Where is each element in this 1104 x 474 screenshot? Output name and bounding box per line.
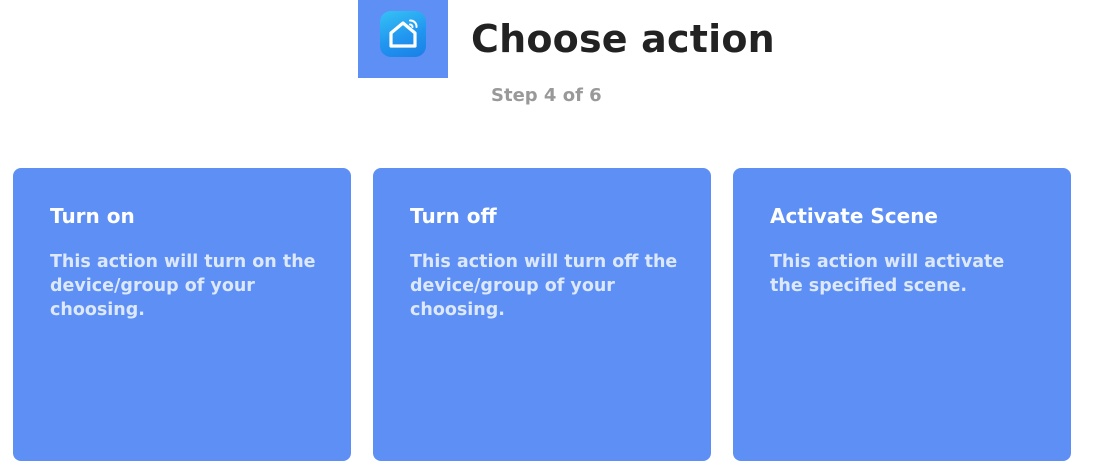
action-card-title: Activate Scene — [770, 204, 938, 228]
service-logo-tile — [358, 0, 448, 78]
action-card-turn-off[interactable]: Turn off This action will turn off the d… — [373, 168, 711, 461]
page-header: Choose action Step 4 of 6 — [358, 0, 778, 110]
action-card-description: This action will turn on the device/grou… — [50, 252, 316, 320]
action-card-activate-scene[interactable]: Activate Scene This action will activate… — [733, 168, 1071, 461]
page-title: Choose action — [471, 17, 775, 61]
action-card-title: Turn off — [410, 204, 497, 228]
action-card-turn-on[interactable]: Turn on This action will turn on the dev… — [13, 168, 351, 461]
step-indicator: Step 4 of 6 — [491, 85, 602, 106]
action-card-description: This action will activate the specified … — [770, 252, 1005, 296]
action-card-title: Turn on — [50, 204, 135, 228]
action-card-description: This action will turn off the device/gro… — [410, 252, 678, 320]
action-card-list: Turn on This action will turn on the dev… — [13, 168, 1073, 461]
smart-home-app-icon — [380, 11, 426, 57]
